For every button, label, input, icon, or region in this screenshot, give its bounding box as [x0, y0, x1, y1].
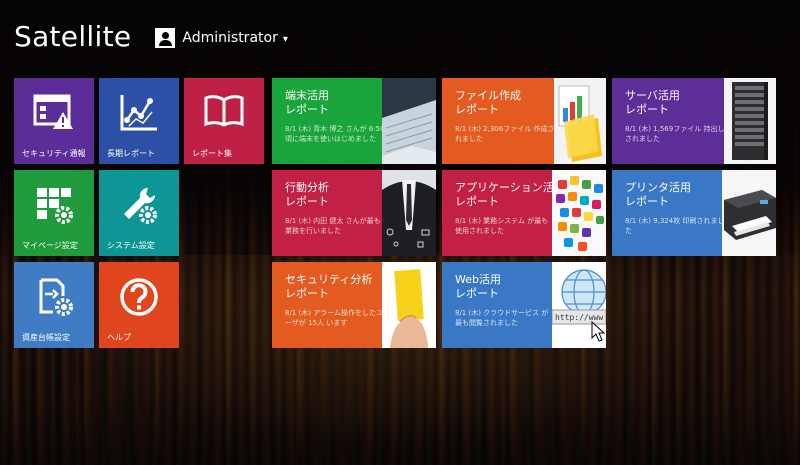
tile-application-usage-report[interactable]: アプリケーション活用 レポート 8/1 (木) 業務システム が最も使用されまし…	[442, 170, 606, 256]
tile-subtitle: レポート	[625, 103, 669, 116]
tile-title: 端末活用	[285, 89, 329, 102]
tile-subtitle: レポート	[455, 103, 499, 116]
documents-chart-image	[554, 78, 606, 164]
tile-description: 8/1 (木) クラウドサービス が最も閲覧されました	[455, 309, 549, 327]
app-title: Satellite	[14, 20, 132, 53]
chevron-down-icon: ▾	[282, 33, 288, 45]
asset-settings-icon	[14, 276, 94, 326]
grid-settings-icon	[14, 184, 94, 234]
tile-subtitle: レポート	[455, 287, 499, 300]
tile-label: マイページ設定	[22, 241, 78, 250]
tile-description: 8/1 (木) 9,324枚 印刷されました	[625, 217, 725, 235]
user-avatar-icon	[155, 27, 176, 48]
header: Satellite Administrator ▾	[14, 20, 288, 53]
tile-mypage-settings[interactable]: マイページ設定	[14, 170, 94, 256]
svg-text:http://www: http://www	[555, 313, 603, 322]
laptop-keyboard-image	[382, 78, 436, 164]
tile-description: 8/1 (木) アラーム操作をしたユーザが 15人 います	[285, 309, 383, 327]
tile-server-usage-report[interactable]: サーバ活用 レポート 8/1 (木) 1,569ファイル 持出しされました	[612, 78, 776, 164]
tile-subtitle: レポート	[455, 195, 499, 208]
help-icon	[99, 276, 179, 326]
tile-terminal-usage-report[interactable]: 端末活用 レポート 8/1 (木) 青木 博之 さんが 6:50 頃に端末を使い…	[272, 78, 436, 164]
tile-label: 資産台帳設定	[22, 333, 70, 342]
tile-web-usage-report[interactable]: Web活用 レポート 8/1 (木) クラウドサービス が最も閲覧されました h…	[442, 262, 606, 348]
tile-asset-ledger-settings[interactable]: 資産台帳設定	[14, 262, 94, 348]
tile-security-analysis-report[interactable]: セキュリティ分析 レポート 8/1 (木) アラーム操作をしたユーザが 15人 …	[272, 262, 436, 348]
tile-label: レポート集	[192, 149, 232, 158]
tile-description: 8/1 (木) 内田 健太 さんが最も業務を行いました	[285, 217, 381, 235]
tools-settings-icon	[99, 184, 179, 234]
tile-title: Web活用	[455, 273, 501, 286]
tile-title: サーバ活用	[625, 89, 680, 102]
tile-label: セキュリティ通報	[22, 149, 86, 158]
tile-label: 長期レポート	[107, 149, 155, 158]
user-name: Administrator	[182, 29, 278, 46]
tile-security-alert[interactable]: セキュリティ通報	[14, 78, 94, 164]
tile-title: 行動分析	[285, 181, 329, 194]
app-icons-image	[552, 170, 606, 256]
tile-subtitle: レポート	[285, 195, 329, 208]
user-menu[interactable]: Administrator ▾	[155, 27, 288, 48]
tile-system-settings[interactable]: システム設定	[99, 170, 179, 256]
tile-long-term-report[interactable]: 長期レポート	[99, 78, 179, 164]
tile-label: システム設定	[107, 241, 155, 250]
tile-subtitle: レポート	[285, 287, 329, 300]
tile-description: 8/1 (木) 青木 博之 さんが 6:50 頃に端末を使いはじめました	[285, 125, 385, 143]
tile-title: ファイル作成	[455, 89, 521, 102]
tile-subtitle: レポート	[625, 195, 669, 208]
tile-description: 8/1 (木) 2,306ファイル 作成されました	[455, 125, 555, 143]
open-book-icon	[184, 92, 264, 142]
tile-help[interactable]: ヘルプ	[99, 262, 179, 348]
tile-behavior-analysis-report[interactable]: 行動分析 レポート 8/1 (木) 内田 健太 さんが最も業務を行いました	[272, 170, 436, 256]
tile-subtitle: レポート	[285, 103, 329, 116]
web-globe-image: http://www	[552, 262, 606, 348]
tile-title: セキュリティ分析	[285, 273, 373, 286]
businessman-image	[382, 170, 436, 256]
server-rack-image	[724, 78, 776, 164]
tile-label: ヘルプ	[107, 333, 131, 342]
tile-description: 8/1 (木) 業務システム が最も使用されました	[455, 217, 549, 235]
tile-title: アプリケーション活用	[455, 181, 565, 194]
yellow-card-image	[382, 262, 436, 348]
printer-image	[722, 170, 776, 256]
tile-title: プリンタ活用	[625, 181, 691, 194]
line-chart-icon	[99, 92, 179, 142]
tile-description: 8/1 (木) 1,569ファイル 持出しされました	[625, 125, 725, 143]
security-alert-icon	[14, 92, 94, 142]
tile-printer-usage-report[interactable]: プリンタ活用 レポート 8/1 (木) 9,324枚 印刷されました	[612, 170, 776, 256]
tile-report-collection[interactable]: レポート集	[184, 78, 264, 164]
tile-file-creation-report[interactable]: ファイル作成 レポート 8/1 (木) 2,306ファイル 作成されました	[442, 78, 606, 164]
